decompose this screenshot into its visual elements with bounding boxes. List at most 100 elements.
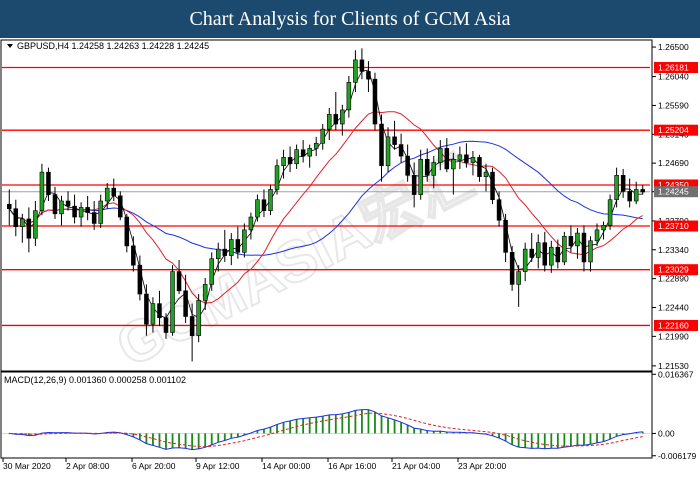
candle-body [7, 203, 12, 210]
candle-body [327, 114, 332, 130]
macd-histogram-bar [145, 433, 148, 444]
macd-histogram-bar [569, 433, 572, 447]
candle-body [535, 242, 541, 258]
candle-body [627, 191, 632, 202]
chart-title: Chart Analysis for Clients of GCM Asia [189, 7, 511, 30]
macd-histogram-bar [406, 424, 409, 434]
candle-body [633, 189, 639, 202]
macd-histogram-bar [138, 433, 141, 440]
macd-histogram-bar [583, 433, 585, 446]
candle-body [568, 235, 574, 247]
macd-histogram-bar [537, 433, 540, 449]
candle-body [359, 59, 365, 72]
macd-histogram-bar [589, 433, 592, 445]
candle-body [601, 225, 606, 231]
price-tick-label: 1.24690 [658, 158, 689, 168]
time-tick-label: 21 Apr 04:00 [392, 461, 440, 471]
candle-body [398, 144, 404, 157]
candle-body [294, 149, 299, 165]
candle-body [118, 195, 123, 218]
candle-body [104, 187, 110, 202]
macd-histogram-bar [171, 433, 174, 449]
candle-body [144, 293, 149, 325]
candle-body [248, 216, 254, 231]
time-tick-label: 9 Apr 12:00 [196, 461, 240, 471]
symbol-line: GBPUSD,H4 1.24258 1.24263 1.24228 1.2424… [17, 41, 209, 51]
macd-histogram-bar [413, 428, 416, 434]
candle-body [261, 199, 267, 211]
macd-histogram-bar [152, 433, 154, 446]
candle-body [542, 242, 548, 266]
candle-body [392, 136, 397, 145]
macd-histogram-bar [380, 415, 383, 434]
time-tick-label: 30 Mar 2020 [3, 461, 51, 471]
candle-body [209, 258, 214, 285]
macd-histogram-bar [165, 433, 167, 450]
macd-histogram-bar [347, 412, 350, 434]
macd-histogram-bar [204, 433, 207, 448]
candle-body [137, 264, 143, 295]
symbol-info: GBPUSD,H4 1.24258 1.24263 1.24228 1.2424… [7, 41, 209, 51]
macd-histogram-bar [576, 433, 579, 446]
macd-histogram-bar [602, 433, 605, 442]
candle-body [594, 229, 600, 242]
candle-body [72, 205, 77, 218]
candle-body [78, 207, 84, 218]
candle-body [229, 239, 234, 256]
candle-body [483, 171, 489, 177]
candle-body [313, 142, 319, 149]
candle-body [451, 159, 456, 170]
macd-tick-label: -0.006179 [658, 451, 697, 461]
level-tag-5-text: 1.22160 [658, 320, 689, 330]
candle-body [549, 246, 554, 266]
candle-body [411, 175, 417, 195]
macd-histogram-bar [269, 427, 272, 434]
chart-title-banner: Chart Analysis for Clients of GCM Asia [0, 0, 700, 38]
candle-body [26, 218, 32, 239]
candle-body [215, 248, 221, 260]
chart-area: GCMASIA宏汇 1.265001.260401.255901.251401.… [0, 38, 700, 500]
candle-body [424, 159, 430, 176]
candle-body [444, 148, 450, 170]
candle-body [457, 154, 463, 160]
level-tag-4-text: 1.23029 [658, 265, 689, 275]
candle-body [59, 200, 64, 215]
candle-body [477, 157, 482, 177]
candle-body [372, 78, 378, 125]
candle-body [496, 199, 502, 221]
macd-histogram-bar [321, 416, 324, 434]
candle-body [287, 157, 293, 165]
macd-histogram-bar [550, 433, 553, 449]
candle-body [490, 171, 495, 201]
candle-body [274, 165, 280, 190]
macd-histogram-bar [184, 433, 187, 449]
candle-body [131, 245, 136, 266]
candle-body [176, 271, 182, 292]
price-tick-label: 1.21990 [658, 331, 689, 341]
macd-histogram-bar [367, 409, 370, 434]
macd-histogram-bar [289, 420, 291, 434]
macd-histogram-bar [315, 417, 318, 434]
macd-histogram-bar [563, 433, 566, 448]
level-tag-0-text: 1.26181 [658, 63, 689, 73]
candle-body [52, 194, 58, 215]
candle-body [516, 271, 521, 285]
current-price-tag-text: 1.24245 [658, 187, 689, 197]
candle-body [464, 154, 469, 163]
macd-histogram-bar [328, 414, 331, 434]
candle-body [522, 248, 528, 272]
candle-body [503, 219, 508, 253]
candle-body [255, 199, 260, 218]
candle-body [529, 248, 534, 258]
candle-body [20, 218, 25, 227]
macd-histogram-bar [543, 433, 546, 449]
candle-body [581, 232, 587, 263]
candle-body [385, 136, 391, 167]
candle-body [614, 175, 619, 201]
level-tag-1-text: 1.25204 [658, 125, 689, 135]
macd-histogram-bar [596, 433, 598, 443]
candle-body [163, 317, 169, 333]
candle-body [157, 303, 162, 319]
time-tick-label: 6 Apr 20:00 [132, 461, 176, 471]
macd-tick-label: 0.016367 [658, 369, 694, 379]
